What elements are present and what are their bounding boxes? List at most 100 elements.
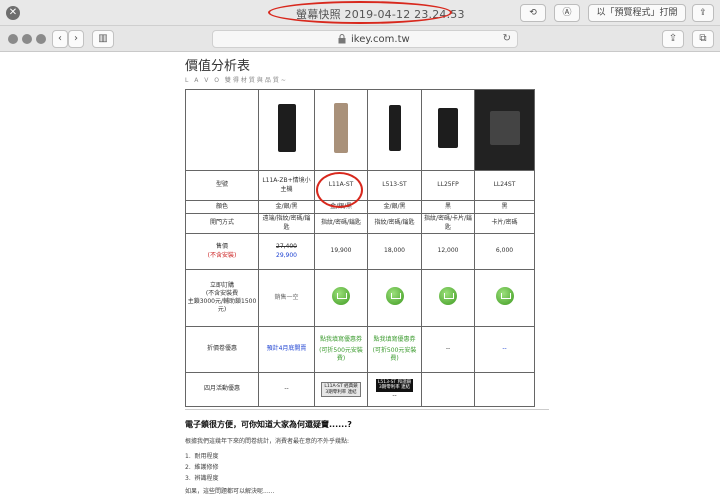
table-cell bbox=[474, 372, 535, 407]
points-list: 1. 耐用程度 2. 維護修修 3. 辨識程度 bbox=[185, 451, 219, 484]
price-label: 售價 bbox=[215, 243, 228, 251]
table-cell: 指紋/密碼/卡片/鑰匙 bbox=[421, 213, 475, 234]
chevron-left-icon: ‹ bbox=[58, 33, 62, 44]
promo-banner-l11a[interactable]: L11A-ST 經典鎖 3期零利率 連結 bbox=[321, 382, 361, 397]
promo-banner-l513[interactable]: L513-ST 和諧鎖 3期零利率 連結 bbox=[375, 379, 414, 392]
url-text: ikey.com.tw bbox=[351, 34, 410, 45]
title-annotation-ellipse bbox=[268, 1, 452, 24]
table-cell: 遠端/指紋/密碼/鑰匙 bbox=[258, 213, 315, 234]
page-subtitle: L A V O 雙得材質與品質~ bbox=[185, 77, 288, 84]
order-label: 立即訂購 bbox=[209, 281, 234, 289]
table-cell bbox=[367, 269, 422, 327]
list-item: 2. 維護修修 bbox=[185, 464, 219, 471]
row-label: 折價卷優惠 bbox=[185, 326, 259, 373]
new-price: 29,900 bbox=[276, 251, 297, 259]
coupon-note: (可折500元安裝費) bbox=[372, 346, 417, 363]
table-cell: L11A-ZB+情境小主機 bbox=[258, 170, 315, 201]
table-cell: LL24ST bbox=[474, 170, 535, 201]
table-cell: 27,400 29,900 bbox=[258, 233, 315, 270]
table-cell: 點我填寫優惠券 (可折500元安裝費) bbox=[367, 326, 422, 373]
table-cell: 12,000 bbox=[421, 233, 475, 270]
share-icon: ⇪ bbox=[699, 8, 707, 18]
row-label: 開門方式 bbox=[185, 213, 259, 234]
table-cell bbox=[421, 269, 475, 327]
table-row: 開門方式 遠端/指紋/密碼/鑰匙 指紋/密碼/鑰匙 指紋/密碼/鑰匙 指紋/密碼… bbox=[185, 213, 535, 234]
tabs-overview-button[interactable]: ⧉ bbox=[692, 30, 714, 48]
markup-icon: Ⓐ bbox=[562, 8, 572, 18]
table-cell: 指紋/密碼/鑰匙 bbox=[367, 213, 422, 234]
promo-extra: -- bbox=[392, 391, 397, 399]
table-cell: -- bbox=[258, 372, 315, 407]
markup-button[interactable]: Ⓐ bbox=[554, 4, 580, 22]
address-bar[interactable]: ikey.com.tw ↻ bbox=[212, 30, 518, 48]
tabs-icon: ⧉ bbox=[699, 33, 707, 44]
open-with-preview-button[interactable]: 以「預覽程式」打開 bbox=[588, 4, 686, 22]
order-note-2: 主鎖3000元/輔助鎖1500元) bbox=[187, 298, 257, 314]
table-row bbox=[185, 89, 535, 171]
forward-button[interactable]: › bbox=[68, 30, 84, 48]
cart-icon[interactable] bbox=[385, 287, 404, 306]
window-dot-1 bbox=[8, 34, 18, 44]
cart-icon[interactable] bbox=[495, 287, 514, 306]
browser-toolbar: ‹ › ▥ ikey.com.tw ↻ ⇪ ⧉ bbox=[0, 26, 720, 52]
table-cell: L513-ST 和諧鎖 3期零利率 連結 -- bbox=[367, 372, 422, 407]
share-button[interactable]: ⇪ bbox=[692, 4, 714, 22]
back-button[interactable]: ‹ bbox=[52, 30, 68, 48]
table-cell: 金/銀/黑 bbox=[367, 200, 422, 214]
table-cell: L513-ST bbox=[367, 170, 422, 201]
table-cell: 金/銀/黑 bbox=[258, 200, 315, 214]
list-item: 3. 辨識程度 bbox=[185, 475, 219, 482]
reload-icon[interactable]: ↻ bbox=[503, 33, 511, 44]
empty-header-cell bbox=[185, 89, 259, 171]
row-label: 售價 (不含安裝) bbox=[185, 233, 259, 270]
coupon-note: (可折500元安裝費) bbox=[319, 346, 363, 363]
cart-icon[interactable] bbox=[332, 287, 350, 306]
table-cell: 指紋/密碼/鑰匙 bbox=[314, 213, 368, 234]
product-image-l11a-st bbox=[314, 89, 368, 171]
share-icon: ⇪ bbox=[668, 33, 678, 44]
row-label: 四月活動優惠 bbox=[185, 372, 259, 407]
table-cell bbox=[474, 269, 535, 327]
table-cell bbox=[421, 372, 475, 407]
row-label: 立即訂購 (不含安裝費 主鎖3000元/輔助鎖1500元) bbox=[185, 269, 259, 327]
old-price: 27,400 bbox=[276, 243, 297, 251]
product-image-l513-st bbox=[367, 89, 422, 171]
table-row: 折價卷優惠 預計4月底開賣 點我填寫優惠券 (可折500元安裝費) 點我填寫優惠… bbox=[185, 326, 535, 373]
cart-icon[interactable] bbox=[439, 287, 457, 306]
product-image-ll25fp bbox=[421, 89, 475, 171]
share-page-button[interactable]: ⇪ bbox=[662, 30, 684, 48]
lock-icon bbox=[338, 34, 346, 44]
section-intro: 根據我們這幾年下來的問卷統計，消費者最在意的不外乎幾點: bbox=[185, 438, 350, 445]
table-cell: LL25FP bbox=[421, 170, 475, 201]
table-cell: -- bbox=[421, 326, 475, 373]
table-row: 四月活動優惠 -- L11A-ST 經典鎖 3期零利率 連結 L513-ST 和… bbox=[185, 372, 535, 407]
table-row: 立即訂購 (不含安裝費 主鎖3000元/輔助鎖1500元) 銷售一空 bbox=[185, 269, 535, 327]
quicklook-titlebar: ✕ 螢幕快照 2019-04-12 23.24.53 ⟲ Ⓐ 以「預覽程式」打開… bbox=[0, 0, 720, 26]
sidebar-button[interactable]: ▥ bbox=[92, 30, 114, 48]
window-dot-2 bbox=[22, 34, 32, 44]
close-icon[interactable]: ✕ bbox=[6, 6, 20, 20]
model-annotation-circle bbox=[316, 172, 363, 208]
coupon-link[interactable]: 點我填寫優惠券 bbox=[369, 336, 420, 344]
web-page: 價值分析表 L A V O 雙得材質與品質~ 型號 L11A-ZB+情境小主機 … bbox=[0, 53, 720, 498]
sidebar-icon: ▥ bbox=[98, 33, 108, 44]
table-cell: 預計4月底開賣 bbox=[258, 326, 315, 373]
row-label: 型號 bbox=[185, 170, 259, 201]
section-title: 電子鎖很方便，可你知道大家為何還疑竇......? bbox=[185, 420, 352, 429]
order-note-1: (不含安裝費 bbox=[205, 289, 239, 297]
window-dot-3 bbox=[36, 34, 46, 44]
table-cell: 6,000 bbox=[474, 233, 535, 270]
table-cell: 黑 bbox=[421, 200, 475, 214]
product-image-ll24st bbox=[474, 89, 535, 171]
table-cell: -- bbox=[474, 326, 535, 373]
table-cell: 點我填寫優惠券 (可折500元安裝費) bbox=[314, 326, 368, 373]
list-item: 1. 耐用程度 bbox=[185, 453, 219, 460]
coupon-link[interactable]: 點我填寫優惠券 bbox=[316, 336, 366, 344]
closing-text: 如果，這些問題都可以解決呢...... bbox=[185, 488, 275, 495]
page-title: 價值分析表 bbox=[185, 59, 251, 74]
divider bbox=[185, 409, 549, 410]
price-note: (不含安裝) bbox=[207, 251, 237, 259]
table-cell: 19,900 bbox=[314, 233, 368, 270]
table-cell: 銷售一空 bbox=[258, 269, 315, 327]
rotate-button[interactable]: ⟲ bbox=[520, 4, 546, 22]
